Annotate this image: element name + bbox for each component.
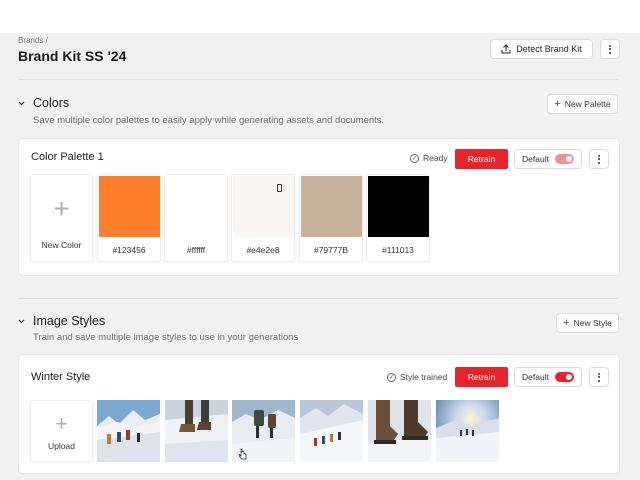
new-palette-label: New Palette (564, 99, 611, 109)
chevron-down-icon (18, 319, 25, 323)
color-swatch (233, 176, 294, 237)
style-more-button[interactable] (589, 367, 609, 387)
hex-label: #79777B (313, 245, 349, 255)
color-swatch (368, 176, 429, 237)
style-image-boots-snow[interactable] (165, 400, 228, 462)
color-swatch-tile[interactable]: #111013 (366, 174, 430, 262)
hex-label: #123456 (112, 245, 146, 255)
palette-retrain-button[interactable]: Retrain (455, 149, 508, 169)
style-status: ✓ Style trained (387, 372, 447, 382)
style-image-hikers-group[interactable] (97, 400, 160, 462)
style-image-boots-closeup[interactable] (368, 400, 431, 462)
plus-icon: + (53, 193, 70, 224)
mobile-icon (277, 184, 282, 192)
detect-brand-kit-button[interactable]: Detect Brand Kit (490, 39, 593, 59)
style-retrain-button[interactable]: Retrain (455, 367, 508, 387)
divider (18, 298, 618, 299)
color-swatch-tile[interactable]: #ffffff (164, 174, 228, 262)
color-swatch-tile[interactable]: #123456 (97, 174, 161, 262)
color-palette-card: Color Palette 1 ✓ Ready Retrain Default … (18, 138, 620, 276)
upload-image-tile[interactable]: + Upload (30, 400, 93, 462)
new-style-label: New Style (573, 318, 612, 328)
toggle-switch[interactable] (554, 372, 574, 382)
plus-icon: + (554, 97, 561, 110)
divider (18, 79, 618, 80)
color-swatch-tile[interactable]: #e4e2e8 (231, 174, 295, 262)
toggle-switch[interactable] (554, 154, 574, 164)
color-swatch (99, 176, 160, 237)
color-swatch (301, 176, 362, 237)
style-name: Winter Style (31, 371, 91, 383)
style-status-label: Style trained (400, 372, 448, 382)
page-title: Brand Kit SS '24 (18, 48, 127, 64)
plus-icon: + (563, 316, 570, 329)
top-bar (0, 0, 640, 33)
color-swatch (166, 176, 227, 237)
style-default-label: Default (522, 372, 549, 382)
hex-label: #e4e2e8 (246, 245, 280, 255)
palette-default-label: Default (522, 154, 549, 164)
colors-section-description: Save multiple color palettes to easily a… (33, 115, 385, 126)
palette-more-button[interactable] (589, 149, 609, 169)
detect-brand-kit-label: Detect Brand Kit (516, 44, 582, 54)
palette-status-label: Ready (423, 153, 448, 163)
image-styles-section-header[interactable]: Image Styles (18, 314, 105, 328)
more-vertical-icon (598, 372, 600, 382)
page-header: Brands / Brand Kit SS '24 Detect Brand K… (0, 33, 640, 80)
hex-label: #111013 (382, 245, 414, 255)
hex-label: #ffffff (186, 245, 206, 255)
check-circle-icon: ✓ (410, 153, 419, 163)
colors-section-title: Colors (33, 96, 70, 110)
upload-icon (501, 44, 511, 54)
style-image-sunrise-trail[interactable] (436, 400, 499, 462)
more-vertical-icon (609, 44, 611, 54)
more-vertical-icon (598, 154, 600, 164)
header-more-button[interactable] (600, 39, 620, 59)
new-color-label: New Color (41, 240, 82, 250)
new-palette-button[interactable]: + New Palette (547, 94, 618, 114)
new-style-button[interactable]: + New Style (556, 313, 619, 333)
palette-name: Color Palette 1 (31, 151, 104, 163)
breadcrumb[interactable]: Brands / (18, 36, 48, 45)
palette-status: ✓ Ready (410, 153, 448, 163)
mouse-cursor-icon (238, 448, 247, 460)
new-color-tile[interactable]: + New Color (30, 174, 93, 262)
image-styles-section-description: Train and save multiple image styles to … (33, 332, 299, 343)
image-styles-section-title: Image Styles (33, 314, 106, 328)
chevron-down-icon (18, 101, 25, 105)
style-image-hikers-slope[interactable] (300, 400, 363, 462)
check-circle-icon: ✓ (387, 372, 396, 382)
style-default-toggle[interactable]: Default (514, 367, 582, 387)
upload-label: Upload (48, 441, 75, 451)
plus-icon: + (55, 411, 68, 436)
palette-default-toggle[interactable]: Default (514, 149, 582, 169)
colors-section-header[interactable]: Colors (18, 96, 69, 110)
color-swatch-tile[interactable]: #79777B (299, 174, 363, 262)
image-style-card: Winter Style ✓ Style trained Retrain Def… (18, 354, 620, 474)
